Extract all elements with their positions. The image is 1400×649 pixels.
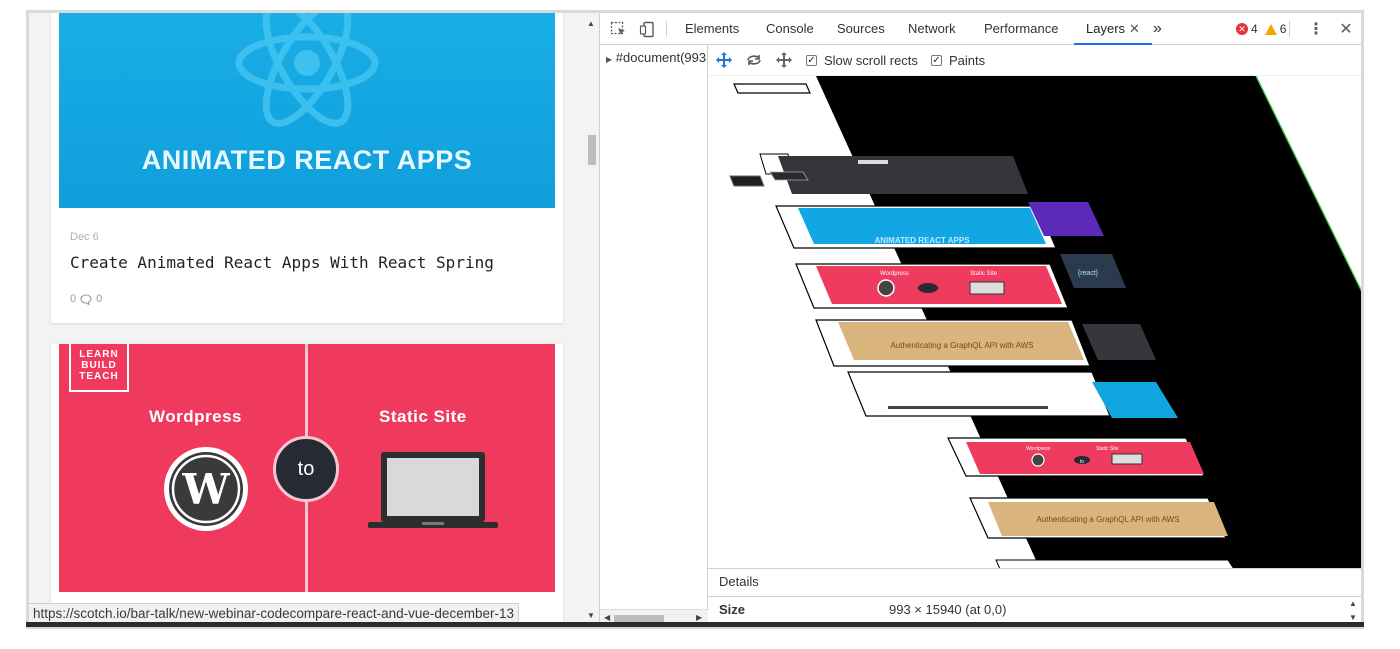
nav-layer[interactable]	[778, 156, 1028, 194]
wordpress-logo-icon: W	[164, 447, 248, 531]
error-icon: ✕	[1236, 23, 1248, 35]
layer-detail	[877, 279, 895, 297]
layer-label: ANIMATED REACT APPS	[874, 236, 970, 245]
svg-text:Authenticating a GraphQL API w: Authenticating a GraphQL API with AWS	[890, 341, 1033, 350]
layer-detail	[858, 160, 888, 164]
tab-console[interactable]: Console	[766, 13, 814, 45]
expand-arrow-icon[interactable]: ▶	[606, 55, 612, 64]
close-tab-icon[interactable]: ✕	[1129, 21, 1140, 36]
more-tabs-button[interactable]: »	[1153, 13, 1162, 45]
paints-checkbox[interactable]: ✓	[931, 55, 942, 66]
scroll-up-arrow-icon[interactable]: ▲	[587, 19, 595, 28]
tab-sources[interactable]: Sources	[837, 13, 885, 45]
slow-scroll-rects-checkbox[interactable]: ✓	[806, 55, 817, 66]
layers-toolbar: ✓ Slow scroll rects ✓ Paints	[708, 45, 1361, 75]
size-value: 993 × 15940 (at 0,0)	[889, 602, 1007, 617]
layer-thumb[interactable]	[769, 171, 809, 181]
size-label: Size	[719, 602, 746, 617]
tab-network[interactable]: Network	[908, 13, 956, 45]
to-connector: to	[273, 436, 339, 502]
details-tab[interactable]: Details	[719, 574, 759, 589]
error-count: 4	[1251, 22, 1258, 36]
devtools-toolbar: Elements Console Sources Network Perform…	[600, 13, 1361, 45]
layer-frame[interactable]	[847, 371, 1111, 417]
static-site-label: Static Site	[379, 407, 467, 426]
scroll-down-arrow-icon[interactable]: ▼	[587, 611, 595, 620]
issues-counter[interactable]: ✕ 4 6	[1236, 13, 1286, 45]
comment-count: 0	[96, 293, 103, 305]
status-bar-url: https://scotch.io/bar-talk/new-webinar-c…	[29, 603, 519, 623]
svg-text:{react}: {react}	[1078, 270, 1099, 277]
layer-tree[interactable]: ▶ #document(993 ◀ ▶	[600, 45, 708, 626]
article-card-react[interactable]: ANIMATED REACT APPS Dec 6 Create Animate…	[51, 13, 563, 323]
scrollbar-thumb[interactable]	[588, 135, 596, 165]
warning-count: 6	[1279, 22, 1287, 36]
article-card-wordpress[interactable]: LEARN BUILD TEACH Wordpress Static Site …	[51, 344, 563, 626]
toolbar-divider	[1289, 21, 1290, 37]
warning-icon	[1264, 23, 1277, 35]
svg-text:Static Site: Static Site	[970, 271, 998, 277]
comment-icon	[80, 293, 92, 305]
layer-detail	[918, 283, 938, 293]
svg-text:to: to	[1080, 459, 1084, 465]
layer-detail	[888, 406, 1048, 409]
svg-text:Static Site: Static Site	[1096, 446, 1119, 452]
layer-detail	[1031, 453, 1045, 467]
tab-elements[interactable]: Elements	[685, 13, 739, 45]
devtools-panel: Elements Console Sources Network Perform…	[599, 13, 1363, 626]
device-toolbar-icon[interactable]	[637, 19, 657, 39]
rotate-mode-icon[interactable]	[744, 50, 764, 70]
inspect-element-icon[interactable]	[608, 19, 628, 39]
window-bottom-bar	[26, 622, 1364, 627]
scroll-up-arrow-icon[interactable]: ▲	[1349, 599, 1357, 608]
svg-text:Wordpress: Wordpress	[880, 271, 909, 277]
wordpress-banner-layer[interactable]	[816, 266, 1062, 304]
article-stats: 0 0	[70, 293, 102, 305]
scroll-left-arrow-icon[interactable]: ◀	[604, 613, 610, 622]
scroll-down-arrow-icon[interactable]: ▼	[1349, 613, 1357, 622]
close-devtools-icon[interactable]: ✕	[1336, 19, 1356, 39]
webpage-viewport[interactable]: ANIMATED REACT APPS Dec 6 Create Animate…	[29, 13, 599, 626]
wordpress-label: Wordpress	[149, 407, 242, 426]
layers-3d-viewport[interactable]: ANIMATED REACT APPS Wordpress Static Sit…	[708, 75, 1363, 568]
pan-mode-icon[interactable]	[714, 50, 734, 70]
wordpress-article-banner[interactable]: LEARN BUILD TEACH Wordpress Static Site …	[59, 344, 555, 592]
layer-frame[interactable]	[995, 559, 1234, 568]
paints-toggle[interactable]: ✓ Paints	[931, 53, 985, 68]
reset-transform-icon[interactable]	[774, 50, 794, 70]
react-article-banner[interactable]: ANIMATED REACT APPS	[59, 13, 555, 208]
browser-window: ANIMATED REACT APPS Dec 6 Create Animate…	[26, 10, 1364, 629]
page-scrollbar[interactable]: ▲ ▼	[585, 13, 599, 626]
kebab-menu-icon[interactable]: ⋮	[1306, 19, 1326, 39]
slow-scroll-rects-toggle[interactable]: ✓ Slow scroll rects	[806, 53, 918, 68]
tab-performance[interactable]: Performance	[984, 13, 1058, 45]
layer-detail	[1111, 453, 1143, 465]
scroll-right-arrow-icon[interactable]: ▶	[696, 613, 702, 622]
toolbar-divider	[666, 21, 667, 37]
learn-build-teach-logo: LEARN BUILD TEACH	[69, 344, 129, 392]
layer-detail	[969, 281, 1005, 295]
layer-stack-visualization[interactable]: ANIMATED REACT APPS Wordpress Static Sit…	[708, 76, 1363, 568]
tab-layers-label: Layers	[1086, 21, 1126, 36]
like-count: 0	[70, 293, 77, 305]
article-title-link[interactable]: Create Animated React Apps With React Sp…	[70, 253, 494, 272]
article-date: Dec 6	[70, 231, 99, 243]
laptop-icon	[368, 452, 498, 528]
svg-text:Authenticating a GraphQL API w: Authenticating a GraphQL API with AWS	[1036, 515, 1179, 524]
svg-text:W: W	[181, 465, 230, 514]
details-panel: Details Size 993 × 15940 (at 0,0) ▲ ▼	[708, 568, 1361, 626]
tree-item-document[interactable]: ▶ #document(993	[606, 50, 706, 65]
layer-thumb[interactable]	[729, 175, 765, 187]
banner-title: ANIMATED REACT APPS	[141, 145, 473, 175]
tab-layers[interactable]: Layers ✕	[1074, 13, 1152, 45]
svg-text:Wordpress: Wordpress	[1026, 446, 1051, 452]
react-atom-icon	[235, 13, 379, 127]
layer-thumb[interactable]	[733, 83, 811, 94]
